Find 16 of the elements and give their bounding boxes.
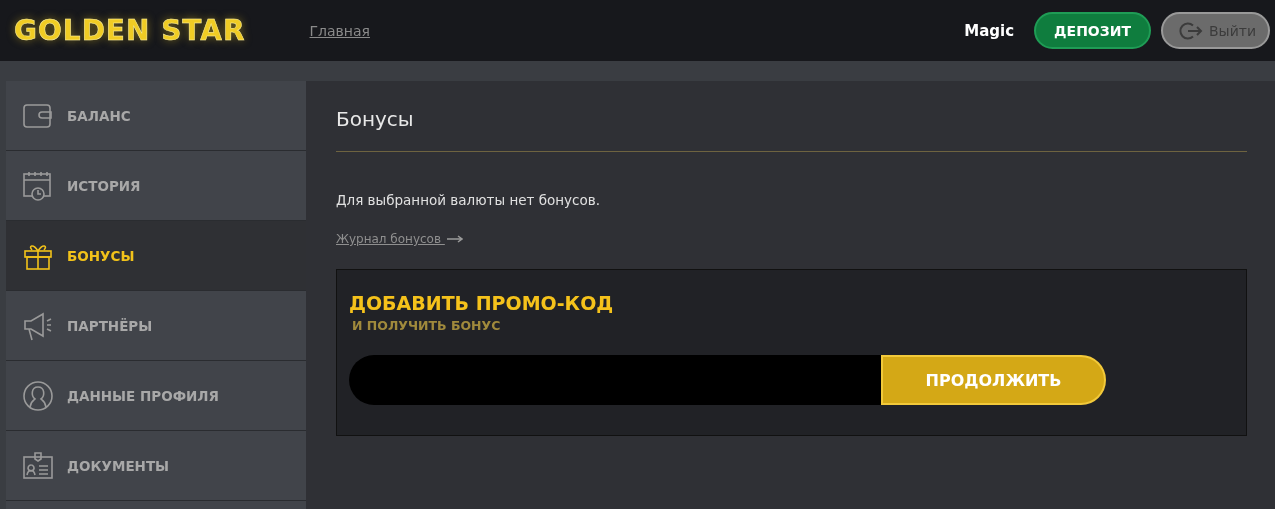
empty-message: Для выбранной валюты нет бонусов. [336, 192, 601, 208]
user-circle-icon [21, 378, 55, 413]
sidebar-item[interactable]: БОНУСЫ [6, 221, 306, 291]
deposit-button[interactable]: ДЕПОЗИТ [1034, 12, 1151, 49]
continue-button[interactable]: ПРОДОЛЖИТЬ [881, 355, 1106, 405]
promo-title: ДОБАВИТЬ ПРОМО-КОД [349, 292, 615, 314]
page-title: Бонусы [336, 107, 415, 131]
logout-icon [1179, 20, 1203, 41]
username: Magic [964, 21, 1015, 40]
promo-subtitle: И ПОЛУЧИТЬ БОНУС [352, 318, 502, 333]
arrow-right-icon [446, 235, 463, 243]
home-link[interactable]: Главная [309, 22, 370, 39]
sidebar-item[interactable]: ДОКУМЕНТЫ [6, 431, 306, 501]
bonus-history-link[interactable]: Журнал бонусов [336, 232, 463, 246]
promo-code-field[interactable] [349, 355, 881, 405]
logo[interactable]: GOLDEN STAR [14, 14, 246, 47]
